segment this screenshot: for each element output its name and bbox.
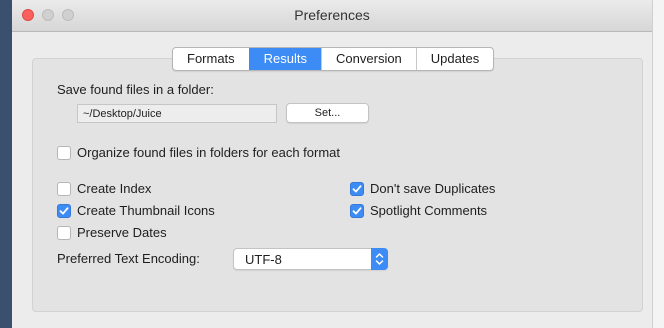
create-thumbnail-icons-checkbox[interactable]: Create Thumbnail Icons xyxy=(57,203,215,218)
checkbox-box xyxy=(57,145,71,160)
tab-results[interactable]: Results xyxy=(248,48,322,70)
window-title: Preferences xyxy=(294,7,370,23)
spotlight-comments-label: Spotlight Comments xyxy=(370,203,488,218)
create-index-label: Create Index xyxy=(77,181,152,196)
chevron-up-down-icon xyxy=(375,253,384,265)
checkbox-box-checked xyxy=(350,181,364,196)
create-index-checkbox[interactable]: Create Index xyxy=(57,181,151,196)
checkbox-box-checked xyxy=(57,203,71,218)
save-folder-path-field[interactable]: ~/Desktop/Juice xyxy=(77,104,277,123)
checkmark-icon xyxy=(352,206,362,214)
create-thumbnail-icons-label: Create Thumbnail Icons xyxy=(77,203,215,218)
preferences-window: Preferences Formats Results Conversion U… xyxy=(12,0,652,328)
popup-arrows-icon xyxy=(371,248,388,270)
checkbox-box-checked xyxy=(350,203,364,218)
encoding-popup[interactable]: UTF-8 xyxy=(233,248,388,270)
organize-label: Organize found files in folders for each… xyxy=(77,145,341,160)
spotlight-comments-checkbox[interactable]: Spotlight Comments xyxy=(350,203,487,218)
tab-formats[interactable]: Formats xyxy=(173,48,249,70)
tab-conversion[interactable]: Conversion xyxy=(321,48,416,70)
encoding-selected-value: UTF-8 xyxy=(245,252,282,267)
checkmark-icon xyxy=(352,184,362,192)
encoding-label: Preferred Text Encoding: xyxy=(57,251,200,266)
tab-updates[interactable]: Updates xyxy=(415,48,493,70)
desktop-backdrop-left xyxy=(0,0,12,328)
set-folder-button[interactable]: Set... xyxy=(286,103,369,123)
title-bar: Preferences xyxy=(12,0,652,32)
preserve-dates-label: Preserve Dates xyxy=(77,225,167,240)
dont-save-duplicates-checkbox[interactable]: Don't save Duplicates xyxy=(350,181,495,196)
preserve-dates-checkbox[interactable]: Preserve Dates xyxy=(57,225,167,240)
organize-checkbox[interactable]: Organize found files in folders for each… xyxy=(57,145,340,160)
dont-save-duplicates-label: Don't save Duplicates xyxy=(370,181,496,196)
save-folder-label: Save found files in a folder: xyxy=(57,82,214,97)
checkmark-icon xyxy=(59,206,69,214)
checkbox-box xyxy=(57,181,71,196)
checkbox-box xyxy=(57,225,71,240)
desktop-backdrop-right xyxy=(652,0,664,328)
tab-bar: Formats Results Conversion Updates xyxy=(172,47,495,71)
